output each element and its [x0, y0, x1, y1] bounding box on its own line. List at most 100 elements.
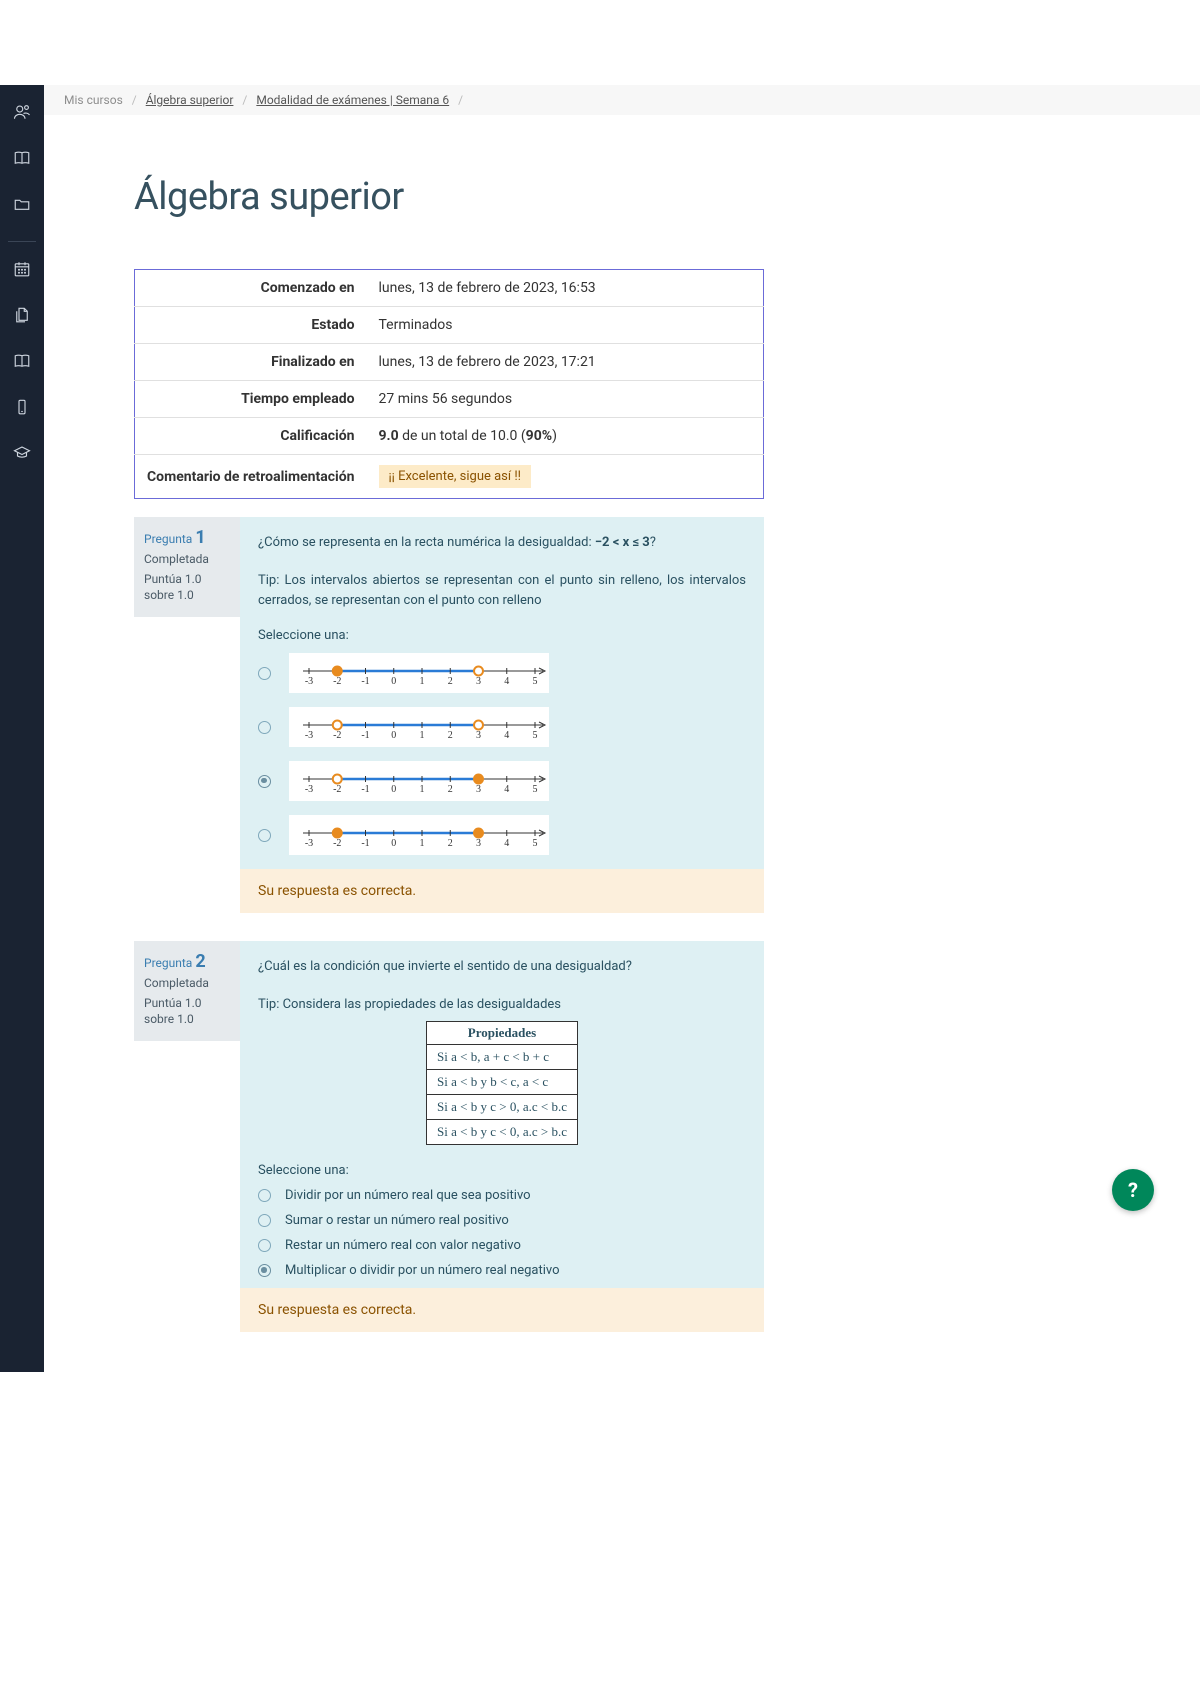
radio-icon[interactable]: [258, 829, 271, 842]
breadcrumb-sep: /: [132, 93, 137, 107]
graduation-cap-icon[interactable]: [0, 444, 44, 462]
svg-text:2: 2: [448, 784, 453, 795]
breadcrumb-item: Mis cursos: [64, 93, 123, 107]
svg-text:-1: -1: [361, 838, 369, 849]
number-line-image: -3 -2 -1 0 1 2 3 4 5: [289, 815, 549, 855]
question-info: Pregunta 1 Completada Puntúa 1.0 sobre 1…: [134, 517, 240, 617]
svg-text:2: 2: [448, 838, 453, 849]
svg-text:-3: -3: [305, 838, 313, 849]
breadcrumb-sep: /: [458, 93, 463, 107]
svg-text:4: 4: [504, 838, 509, 849]
question-grade: Puntúa 1.0 sobre 1.0: [144, 572, 230, 603]
svg-text:5: 5: [533, 676, 538, 687]
summary-value-grade: 9.0 de un total de 10.0 (90%): [367, 418, 764, 455]
mobile-icon[interactable]: [0, 398, 44, 416]
svg-text:1: 1: [420, 730, 425, 741]
property-row: Si a < b y b < c, a < c: [427, 1070, 578, 1095]
svg-text:-1: -1: [361, 730, 369, 741]
answer-option[interactable]: Sumar o restar un número real positivo: [258, 1213, 746, 1228]
select-one-label: Seleccione una:: [258, 628, 746, 643]
number-line-image: -3-2-1012345: [289, 761, 549, 801]
svg-text:0: 0: [391, 838, 396, 849]
svg-text:3: 3: [476, 730, 481, 741]
book2-icon[interactable]: [0, 352, 44, 370]
radio-icon[interactable]: [258, 775, 271, 788]
svg-text:-1: -1: [361, 784, 369, 795]
question-body: ¿Cuál es la condición que invierte el se…: [240, 941, 764, 1332]
svg-text:2: 2: [448, 676, 453, 687]
svg-text:0: 0: [391, 730, 396, 741]
breadcrumb-link-section[interactable]: Modalidad de exámenes | Semana 6: [256, 93, 449, 107]
radio-icon[interactable]: [258, 1214, 271, 1227]
svg-text:-1: -1: [361, 676, 369, 687]
question-number: 1: [195, 527, 205, 548]
question-label: Pregunta: [144, 532, 192, 546]
svg-text:-2: -2: [333, 838, 341, 849]
question-prompt: ¿Cuál es la condición que invierte el se…: [258, 957, 746, 977]
help-button[interactable]: ?: [1112, 1169, 1154, 1211]
summary-label: Comenzado en: [135, 270, 367, 307]
summary-value: lunes, 13 de febrero de 2023, 16:53: [367, 270, 764, 307]
select-one-label: Seleccione una:: [258, 1163, 746, 1178]
option-text: Restar un número real con valor negativo: [285, 1238, 521, 1253]
question-state: Completada: [144, 976, 230, 990]
main-content: Mis cursos / Álgebra superior / Modalida…: [44, 85, 1200, 1372]
answer-option[interactable]: -3 -2 -1 0 1 2 3 4 5: [258, 815, 746, 855]
answer-option[interactable]: -3-2-1012345: [258, 707, 746, 747]
question-info: Pregunta 2 Completada Puntúa 1.0 sobre 1…: [134, 941, 240, 1041]
files-icon[interactable]: [0, 306, 44, 324]
radio-icon[interactable]: [258, 1189, 271, 1202]
page-title: Álgebra superior: [134, 175, 764, 219]
answer-option[interactable]: Multiplicar o dividir por un número real…: [258, 1263, 746, 1278]
sidebar-divider: [8, 241, 36, 242]
question-tip: Tip: Considera las propiedades de las de…: [258, 995, 746, 1016]
properties-table: Propiedades Si a < b, a + c < b + c Si a…: [426, 1021, 578, 1145]
svg-text:5: 5: [533, 784, 538, 795]
svg-text:0: 0: [391, 676, 396, 687]
question-1: Pregunta 1 Completada Puntúa 1.0 sobre 1…: [134, 517, 764, 913]
summary-label: Finalizado en: [135, 344, 367, 381]
answer-option[interactable]: Dividir por un número real que sea posit…: [258, 1188, 746, 1203]
grade-score: 9.0: [379, 428, 399, 444]
question-body: ¿Cómo se representa en la recta numérica…: [240, 517, 764, 913]
math-expression: −2 < x ≤ 3: [595, 535, 650, 550]
svg-text:3: 3: [476, 838, 481, 849]
question-label: Pregunta: [144, 956, 192, 970]
svg-text:4: 4: [504, 730, 509, 741]
folder-icon[interactable]: [0, 195, 44, 213]
svg-text:1: 1: [420, 838, 425, 849]
svg-text:3: 3: [476, 676, 481, 687]
feedback-chip: ¡¡ Excelente, sigue así !!: [379, 465, 532, 488]
svg-text:1: 1: [420, 676, 425, 687]
question-grade: Puntúa 1.0 sobre 1.0: [144, 996, 230, 1027]
svg-text:-2: -2: [333, 730, 341, 741]
sidebar: [0, 85, 44, 1372]
answer-feedback: Su respuesta es correcta.: [240, 869, 764, 913]
answer-option[interactable]: -3-2-1012345: [258, 653, 746, 693]
user-icon[interactable]: [0, 103, 44, 121]
radio-icon[interactable]: [258, 667, 271, 680]
summary-label: Comentario de retroalimentación: [135, 455, 367, 499]
option-text: Sumar o restar un número real positivo: [285, 1213, 509, 1228]
book-icon[interactable]: [0, 149, 44, 167]
option-text: Multiplicar o dividir por un número real…: [285, 1263, 560, 1278]
question-number: 2: [195, 951, 205, 972]
answer-option[interactable]: Restar un número real con valor negativo: [258, 1238, 746, 1253]
summary-value: Terminados: [367, 307, 764, 344]
radio-icon[interactable]: [258, 1239, 271, 1252]
calendar-icon[interactable]: [0, 260, 44, 278]
summary-value: 27 mins 56 segundos: [367, 381, 764, 418]
answer-option[interactable]: -3-2-1012345: [258, 761, 746, 801]
radio-icon[interactable]: [258, 721, 271, 734]
breadcrumb: Mis cursos / Álgebra superior / Modalida…: [44, 85, 1200, 115]
summary-label: Calificación: [135, 418, 367, 455]
svg-text:-2: -2: [333, 676, 341, 687]
svg-text:5: 5: [533, 838, 538, 849]
number-line-image: -3-2-1012345: [289, 653, 549, 693]
answer-feedback: Su respuesta es correcta.: [240, 1288, 764, 1332]
svg-text:1: 1: [420, 784, 425, 795]
radio-icon[interactable]: [258, 1264, 271, 1277]
breadcrumb-link-course[interactable]: Álgebra superior: [146, 93, 234, 107]
question-2: Pregunta 2 Completada Puntúa 1.0 sobre 1…: [134, 941, 764, 1332]
summary-value: lunes, 13 de febrero de 2023, 17:21: [367, 344, 764, 381]
